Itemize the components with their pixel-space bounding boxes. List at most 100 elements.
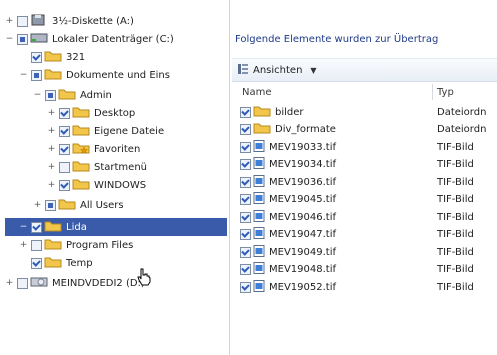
file-checkbox[interactable] bbox=[240, 124, 251, 135]
tree-item[interactable]: − Admin bbox=[5, 86, 227, 104]
tree-item[interactable]: + All Users bbox=[5, 196, 227, 214]
expand-icon[interactable]: + bbox=[19, 240, 28, 250]
expand-icon[interactable]: + bbox=[47, 126, 56, 136]
folder-icon bbox=[253, 105, 271, 120]
tree-item-label: MEINDVDEDI2 (D:) bbox=[52, 277, 145, 289]
folder-icon bbox=[253, 122, 271, 137]
expand-icon[interactable]: + bbox=[47, 162, 56, 172]
file-row[interactable]: MEV19047.tif TIF-Bild bbox=[240, 227, 497, 243]
file-checkbox[interactable] bbox=[240, 194, 251, 205]
expand-icon[interactable]: + bbox=[47, 180, 56, 190]
tree-item[interactable]: − Dokumente und Eins bbox=[5, 66, 227, 84]
folder-icon bbox=[58, 88, 76, 103]
hand-cursor-icon bbox=[136, 268, 152, 286]
tree-item-checkbox[interactable] bbox=[31, 221, 42, 233]
tree-item[interactable]: Temp bbox=[5, 254, 227, 272]
tree-item-checkbox[interactable] bbox=[45, 89, 56, 101]
column-header-type[interactable]: Typ bbox=[437, 83, 454, 101]
tree-item[interactable]: + Desktop bbox=[5, 104, 227, 122]
file-row[interactable]: bilder Dateiordn bbox=[240, 104, 497, 120]
file-checkbox[interactable] bbox=[240, 264, 251, 275]
file-row[interactable]: MEV19033.tif TIF-Bild bbox=[240, 139, 497, 155]
column-header-name[interactable]: Name bbox=[242, 83, 272, 101]
file-name: MEV19049.tif bbox=[269, 246, 336, 258]
file-type: TIF-Bild bbox=[437, 264, 474, 275]
tree-item[interactable]: + Favoriten bbox=[5, 140, 227, 158]
file-row[interactable]: MEV19046.tif TIF-Bild bbox=[240, 209, 497, 225]
file-checkbox[interactable] bbox=[240, 141, 251, 153]
tree-item-checkbox[interactable] bbox=[17, 277, 28, 289]
file-name: MEV19045.tif bbox=[269, 194, 336, 205]
expand-icon[interactable]: + bbox=[5, 278, 14, 288]
file-checkbox[interactable] bbox=[240, 159, 251, 170]
expand-icon[interactable]: + bbox=[47, 108, 56, 118]
file-checkbox[interactable] bbox=[240, 281, 251, 293]
tree-item-checkbox[interactable] bbox=[31, 69, 42, 81]
file-row[interactable]: MEV19045.tif TIF-Bild bbox=[240, 192, 497, 208]
tree-item-checkbox[interactable] bbox=[31, 257, 42, 269]
tree-item-label: Dokumente und Eins bbox=[66, 69, 170, 81]
expand-icon[interactable]: + bbox=[33, 200, 42, 210]
tree-item[interactable]: + MEINDVDEDI2 (D:) bbox=[5, 274, 227, 292]
image-file-icon bbox=[253, 262, 265, 277]
tree-item[interactable]: + Program Files bbox=[5, 236, 227, 254]
tree-item-label: Program Files bbox=[66, 239, 134, 251]
views-icon bbox=[238, 63, 248, 77]
tree-item-checkbox[interactable] bbox=[59, 161, 70, 173]
file-row[interactable]: MEV19036.tif TIF-Bild bbox=[240, 174, 497, 190]
tree-item-checkbox[interactable] bbox=[59, 107, 70, 119]
folder-icon bbox=[72, 106, 90, 121]
tree-item-checkbox[interactable] bbox=[31, 239, 42, 251]
file-type: TIF-Bild bbox=[437, 211, 474, 223]
column-divider[interactable] bbox=[432, 84, 433, 100]
file-name: MEV19046.tif bbox=[269, 211, 336, 223]
file-row[interactable]: MEV19034.tif TIF-Bild bbox=[240, 157, 497, 173]
tree-item[interactable]: +3½-Diskette (A:) bbox=[5, 12, 227, 30]
file-checkbox[interactable] bbox=[240, 229, 251, 240]
file-row[interactable]: MEV19048.tif TIF-Bild bbox=[240, 262, 497, 278]
file-type: TIF-Bild bbox=[437, 246, 474, 258]
file-checkbox[interactable] bbox=[240, 211, 251, 223]
tree-item-checkbox[interactable] bbox=[45, 199, 56, 211]
file-name: MEV19033.tif bbox=[269, 141, 336, 153]
file-checkbox[interactable] bbox=[240, 176, 251, 188]
tree-item[interactable]: − Lida bbox=[5, 218, 227, 236]
file-name: MEV19048.tif bbox=[269, 264, 336, 275]
image-file-icon bbox=[253, 157, 265, 172]
tree-item-checkbox[interactable] bbox=[59, 179, 70, 191]
tree-item[interactable]: + Eigene Dateie bbox=[5, 122, 227, 140]
file-row[interactable]: MEV19049.tif TIF-Bild bbox=[240, 244, 497, 260]
tree-item-checkbox[interactable] bbox=[17, 15, 28, 27]
pane-splitter[interactable] bbox=[229, 0, 230, 355]
views-label: Ansichten bbox=[253, 64, 303, 76]
folder-icon bbox=[58, 198, 76, 213]
tree-item-label: Desktop bbox=[94, 107, 136, 119]
file-checkbox[interactable] bbox=[240, 246, 251, 258]
image-file-icon bbox=[253, 244, 265, 260]
collapse-icon[interactable]: − bbox=[19, 222, 28, 232]
folder-tree[interactable]: +3½-Diskette (A:) − Lokaler Datenträger (C… bbox=[5, 4, 227, 355]
tree-item-checkbox[interactable] bbox=[59, 125, 70, 137]
expand-icon[interactable]: + bbox=[47, 144, 56, 154]
file-checkbox[interactable] bbox=[240, 106, 251, 118]
image-file-icon bbox=[253, 227, 265, 242]
folder-icon bbox=[44, 238, 62, 253]
tree-item[interactable]: + WINDOWS bbox=[5, 176, 227, 194]
collapse-icon[interactable]: − bbox=[5, 34, 14, 44]
collapse-icon[interactable]: − bbox=[19, 70, 28, 80]
collapse-icon[interactable]: − bbox=[33, 90, 42, 100]
expand-icon[interactable]: + bbox=[5, 16, 14, 26]
tree-item[interactable]: − Lokaler Datenträger (C:) bbox=[5, 30, 227, 48]
tree-item-label: 321 bbox=[66, 51, 86, 63]
file-row[interactable]: MEV19052.tif TIF-Bild bbox=[240, 279, 497, 295]
tree-item-checkbox[interactable] bbox=[59, 143, 70, 155]
tree-item[interactable]: 321 bbox=[5, 48, 227, 66]
tree-item-checkbox[interactable] bbox=[31, 51, 42, 63]
tree-item-label: Startmenü bbox=[94, 161, 147, 173]
tree-item[interactable]: + Startmenü bbox=[5, 158, 227, 176]
tree-item-checkbox[interactable] bbox=[17, 33, 28, 45]
file-type: TIF-Bild bbox=[437, 159, 474, 170]
file-row[interactable]: Div_formate Dateiordn bbox=[240, 122, 497, 138]
file-type: TIF-Bild bbox=[437, 176, 474, 188]
views-dropdown-button[interactable]: Ansichten ▼ bbox=[238, 62, 317, 78]
